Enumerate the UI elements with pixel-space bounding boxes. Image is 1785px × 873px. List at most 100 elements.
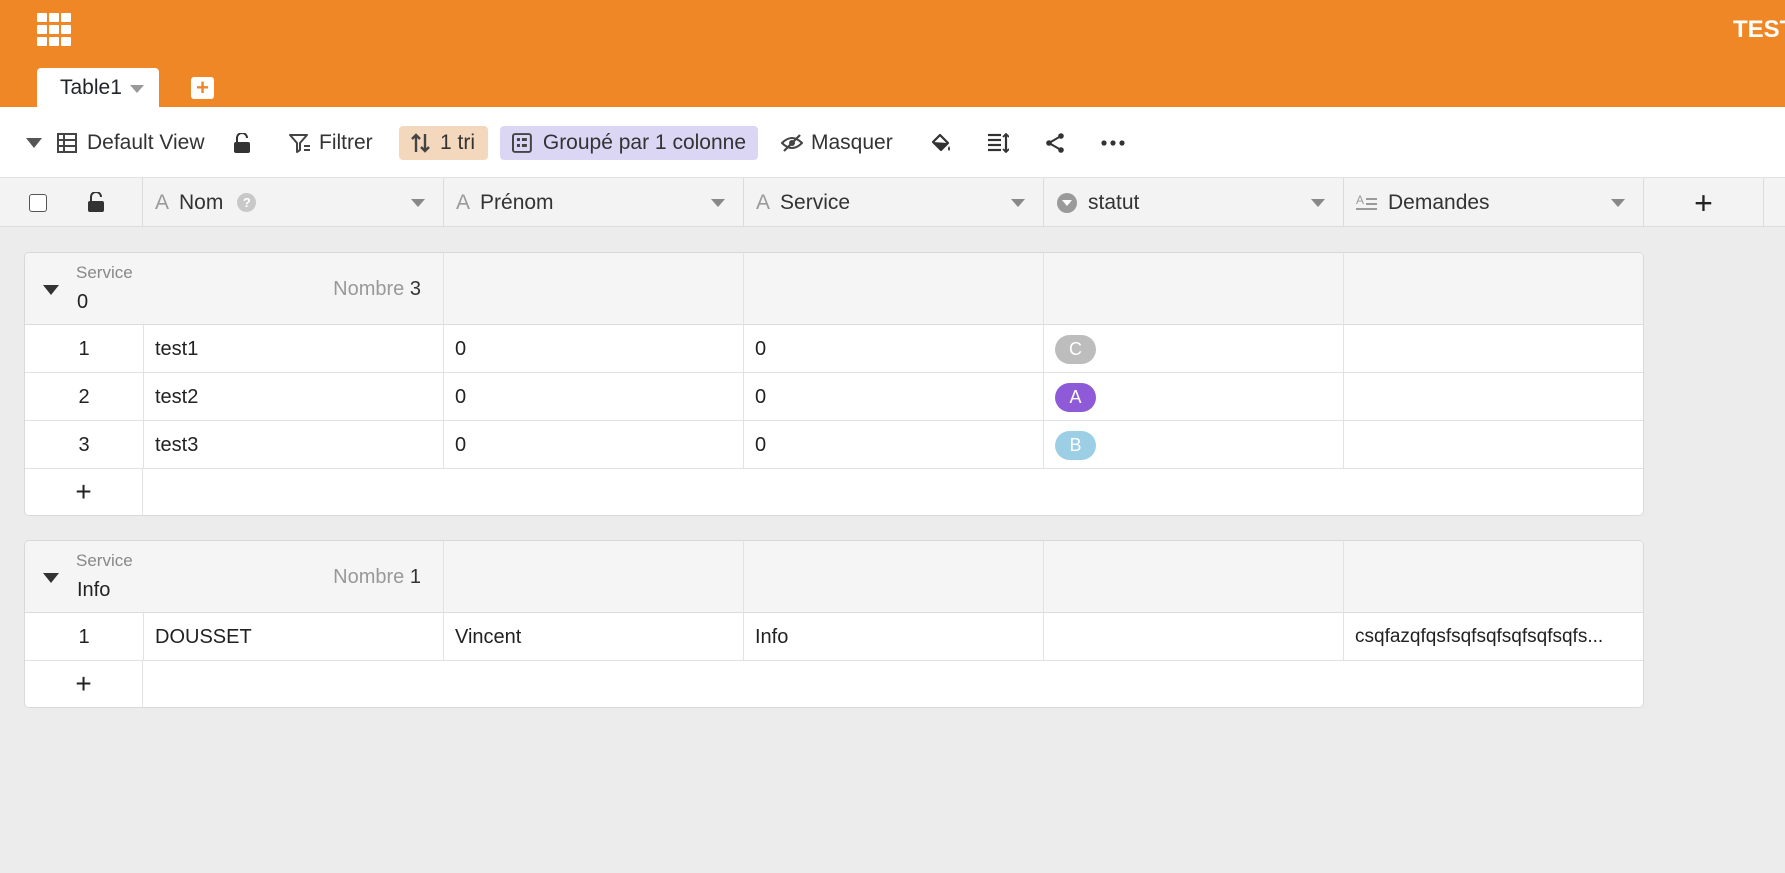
column-label: Nom (179, 190, 224, 214)
share-button[interactable] (1045, 107, 1065, 178)
row-height-button[interactable] (987, 107, 1009, 178)
view-selector[interactable]: Default View (57, 107, 205, 178)
unlock-icon[interactable] (87, 192, 105, 212)
add-row-button[interactable]: + (25, 469, 143, 515)
status-badge: A (1055, 382, 1096, 412)
column-menu-icon[interactable] (411, 199, 425, 207)
cell-nom[interactable]: DOUSSET (144, 613, 444, 661)
collapse-caret-icon[interactable] (43, 285, 59, 295)
cell-nom[interactable]: test3 (144, 421, 444, 469)
view-toolbar: Default View Filtrer 1 tri Groupé par 1 … (0, 107, 1785, 178)
group-header[interactable]: Service Info Nombre 1 (25, 541, 1643, 613)
cell-statut[interactable] (1044, 613, 1344, 661)
cell-service[interactable]: 0 (744, 325, 1044, 373)
collapse-caret-icon[interactable] (43, 573, 59, 583)
column-menu-icon[interactable] (1011, 199, 1025, 207)
share-icon (1046, 132, 1064, 153)
group-icon (512, 133, 532, 153)
table-icon (57, 132, 77, 153)
filter-button[interactable]: Filtrer (289, 107, 373, 178)
group-column-label: Service (76, 551, 133, 570)
table-row[interactable]: 1 DOUSSET Vincent Info csqfazqfqsfsqfsqf… (25, 613, 1643, 661)
help-icon[interactable]: ? (237, 193, 257, 212)
cell-demandes[interactable]: csqfazqfqsfsqfsqfsqfsqfsqfs... (1344, 613, 1643, 661)
cell-demandes[interactable] (1344, 325, 1643, 373)
caret-down-icon (26, 137, 42, 148)
row-color-button[interactable] (930, 107, 952, 178)
filter-label: Filtrer (319, 130, 373, 154)
cell-demandes[interactable] (1344, 421, 1643, 469)
cell-nom[interactable]: test1 (144, 325, 444, 373)
tab-table1[interactable]: Table1 (37, 68, 159, 107)
paint-bucket-icon (931, 133, 950, 151)
cell-prenom[interactable]: 0 (444, 373, 744, 421)
cell-nom[interactable]: test2 (144, 373, 444, 421)
row-height-icon (988, 132, 1009, 153)
status-badge: C (1055, 334, 1096, 364)
cell-service[interactable]: Info (744, 613, 1044, 661)
group-label: Groupé par 1 colonne (542, 131, 746, 154)
text-type-icon: A (155, 190, 170, 214)
group-header[interactable]: Service 0 Nombre 3 (25, 253, 1643, 325)
column-header-nom[interactable]: A Nom ? (143, 178, 444, 227)
group-service-0: Service 0 Nombre 3 1 test1 0 0 C 2 test2… (24, 252, 1644, 516)
plus-icon: + (75, 476, 92, 507)
group-button[interactable]: Groupé par 1 colonne (500, 126, 758, 160)
apps-grid-icon[interactable] (37, 13, 71, 46)
cell-demandes[interactable] (1344, 373, 1643, 421)
tab-label: Table1 (60, 75, 122, 99)
cell-prenom[interactable]: 0 (444, 325, 744, 373)
add-table-button[interactable]: + (191, 77, 214, 99)
row-index: 2 (25, 373, 144, 421)
svg-text:A: A (1356, 193, 1364, 207)
sort-button[interactable]: 1 tri (399, 126, 488, 160)
row-index: 1 (25, 613, 144, 661)
view-menu-toggle[interactable] (26, 107, 42, 178)
ellipsis-icon (1101, 139, 1125, 146)
column-header-prenom[interactable]: A Prénom (444, 178, 744, 227)
add-column-button[interactable]: + (1644, 178, 1764, 227)
single-select-icon (1057, 192, 1077, 213)
filter-icon (289, 133, 310, 153)
hide-label: Masquer (811, 130, 893, 154)
eye-slash-icon (781, 133, 803, 152)
group-service-info: Service Info Nombre 1 1 DOUSSET Vincent … (24, 540, 1644, 708)
app-title: TEST (1733, 16, 1785, 43)
plus-icon: + (1694, 184, 1713, 221)
row-index: 3 (25, 421, 144, 469)
view-name: Default View (87, 130, 205, 154)
table-row[interactable]: 2 test2 0 0 A (25, 373, 1643, 421)
long-text-icon: A (1356, 193, 1377, 210)
table-row[interactable]: 3 test3 0 0 B (25, 421, 1643, 469)
app-header: TEST Table1 + (0, 0, 1785, 107)
sort-label: 1 tri (440, 131, 476, 154)
cell-prenom[interactable]: 0 (444, 421, 744, 469)
plus-icon: + (196, 75, 209, 100)
more-options-button[interactable] (1101, 107, 1125, 178)
cell-service[interactable]: 0 (744, 421, 1044, 469)
lock-view-button[interactable] (233, 107, 251, 178)
chevron-down-icon[interactable] (129, 85, 144, 93)
column-menu-icon[interactable] (1611, 199, 1625, 207)
cell-statut[interactable]: C (1044, 325, 1344, 373)
column-menu-icon[interactable] (1311, 199, 1325, 207)
cell-statut[interactable]: A (1044, 373, 1344, 421)
column-header-statut[interactable]: statut (1044, 178, 1344, 227)
add-row-button[interactable]: + (25, 661, 143, 707)
row-index: 1 (25, 325, 144, 373)
column-header-demandes[interactable]: A Demandes (1344, 178, 1644, 227)
cell-prenom[interactable]: Vincent (444, 613, 744, 661)
sort-icon (411, 133, 430, 153)
group-value: Info (77, 579, 111, 601)
hide-columns-button[interactable]: Masquer (781, 107, 893, 178)
select-all-checkbox[interactable] (29, 194, 47, 212)
cell-statut[interactable]: B (1044, 421, 1344, 469)
group-value: 0 (77, 291, 89, 313)
table-row[interactable]: 1 test1 0 0 C (25, 325, 1643, 373)
group-column-label: Service (76, 263, 133, 282)
cell-service[interactable]: 0 (744, 373, 1044, 421)
column-menu-icon[interactable] (711, 199, 725, 207)
column-header-row: A Nom ? A Prénom A Service statut A Dema… (0, 178, 1785, 227)
text-type-icon: A (456, 190, 471, 214)
column-header-service[interactable]: A Service (744, 178, 1044, 227)
